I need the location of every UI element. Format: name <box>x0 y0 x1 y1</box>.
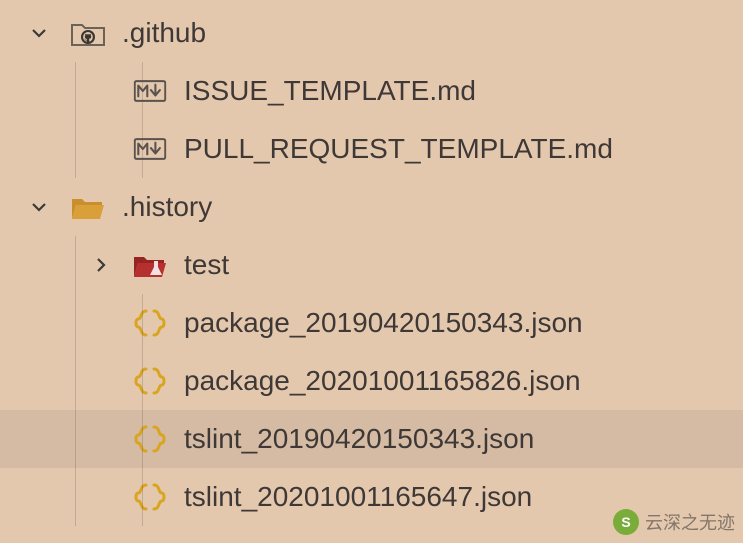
tree-item-label: test <box>184 249 229 281</box>
tree-item-label: .history <box>122 191 212 223</box>
json-icon <box>130 303 170 343</box>
indent-guide <box>75 62 76 120</box>
json-icon <box>130 477 170 517</box>
tree-row-pr-tmpl[interactable]: PULL_REQUEST_TEMPLATE.md <box>0 120 743 178</box>
tree-row-issue-tmpl[interactable]: ISSUE_TEMPLATE.md <box>0 62 743 120</box>
folder-github-icon <box>68 13 108 53</box>
folder-open-icon <box>68 187 108 227</box>
indent-guide <box>142 468 143 526</box>
tree-row-pkg1[interactable]: package_20190420150343.json <box>0 294 743 352</box>
indent-guide <box>142 352 143 410</box>
tree-item-label: .github <box>122 17 206 49</box>
tree-item-label: tslint_20201001165647.json <box>184 481 532 513</box>
indent-guide <box>142 410 143 468</box>
tree-row-tslint2[interactable]: tslint_20201001165647.json <box>0 468 743 526</box>
chevron-down-icon[interactable] <box>10 21 68 45</box>
tree-row-history-folder[interactable]: .history <box>0 178 743 236</box>
tree-row-github-folder[interactable]: .github <box>0 4 743 62</box>
tree-row-test-folder[interactable]: test <box>0 236 743 294</box>
indent-guide <box>75 236 76 294</box>
indent-guide <box>75 410 76 468</box>
folder-test-icon <box>130 245 170 285</box>
tree-item-label: PULL_REQUEST_TEMPLATE.md <box>184 133 613 165</box>
indent-guide <box>75 120 76 178</box>
markdown-icon <box>132 73 168 109</box>
tree-item-label: package_20201001165826.json <box>184 365 581 397</box>
indent-guide <box>142 294 143 352</box>
json-icon <box>130 361 170 401</box>
indent-guide <box>75 294 76 352</box>
tree-item-label: tslint_20190420150343.json <box>184 423 534 455</box>
tree-row-pkg2[interactable]: package_20201001165826.json <box>0 352 743 410</box>
indent-guide <box>75 352 76 410</box>
markdown-icon <box>132 131 168 167</box>
json-icon <box>130 419 170 459</box>
indent-guide <box>75 468 76 526</box>
chevron-right-icon[interactable] <box>72 253 130 277</box>
tree-item-label: ISSUE_TEMPLATE.md <box>184 75 476 107</box>
tree-item-label: package_20190420150343.json <box>184 307 583 339</box>
tree-row-tslint1[interactable]: tslint_20190420150343.json <box>0 410 743 468</box>
chevron-down-icon[interactable] <box>10 195 68 219</box>
file-tree: .github ISSUE_TEMPLATE.md PULL_REQUEST_TEM… <box>0 0 743 526</box>
